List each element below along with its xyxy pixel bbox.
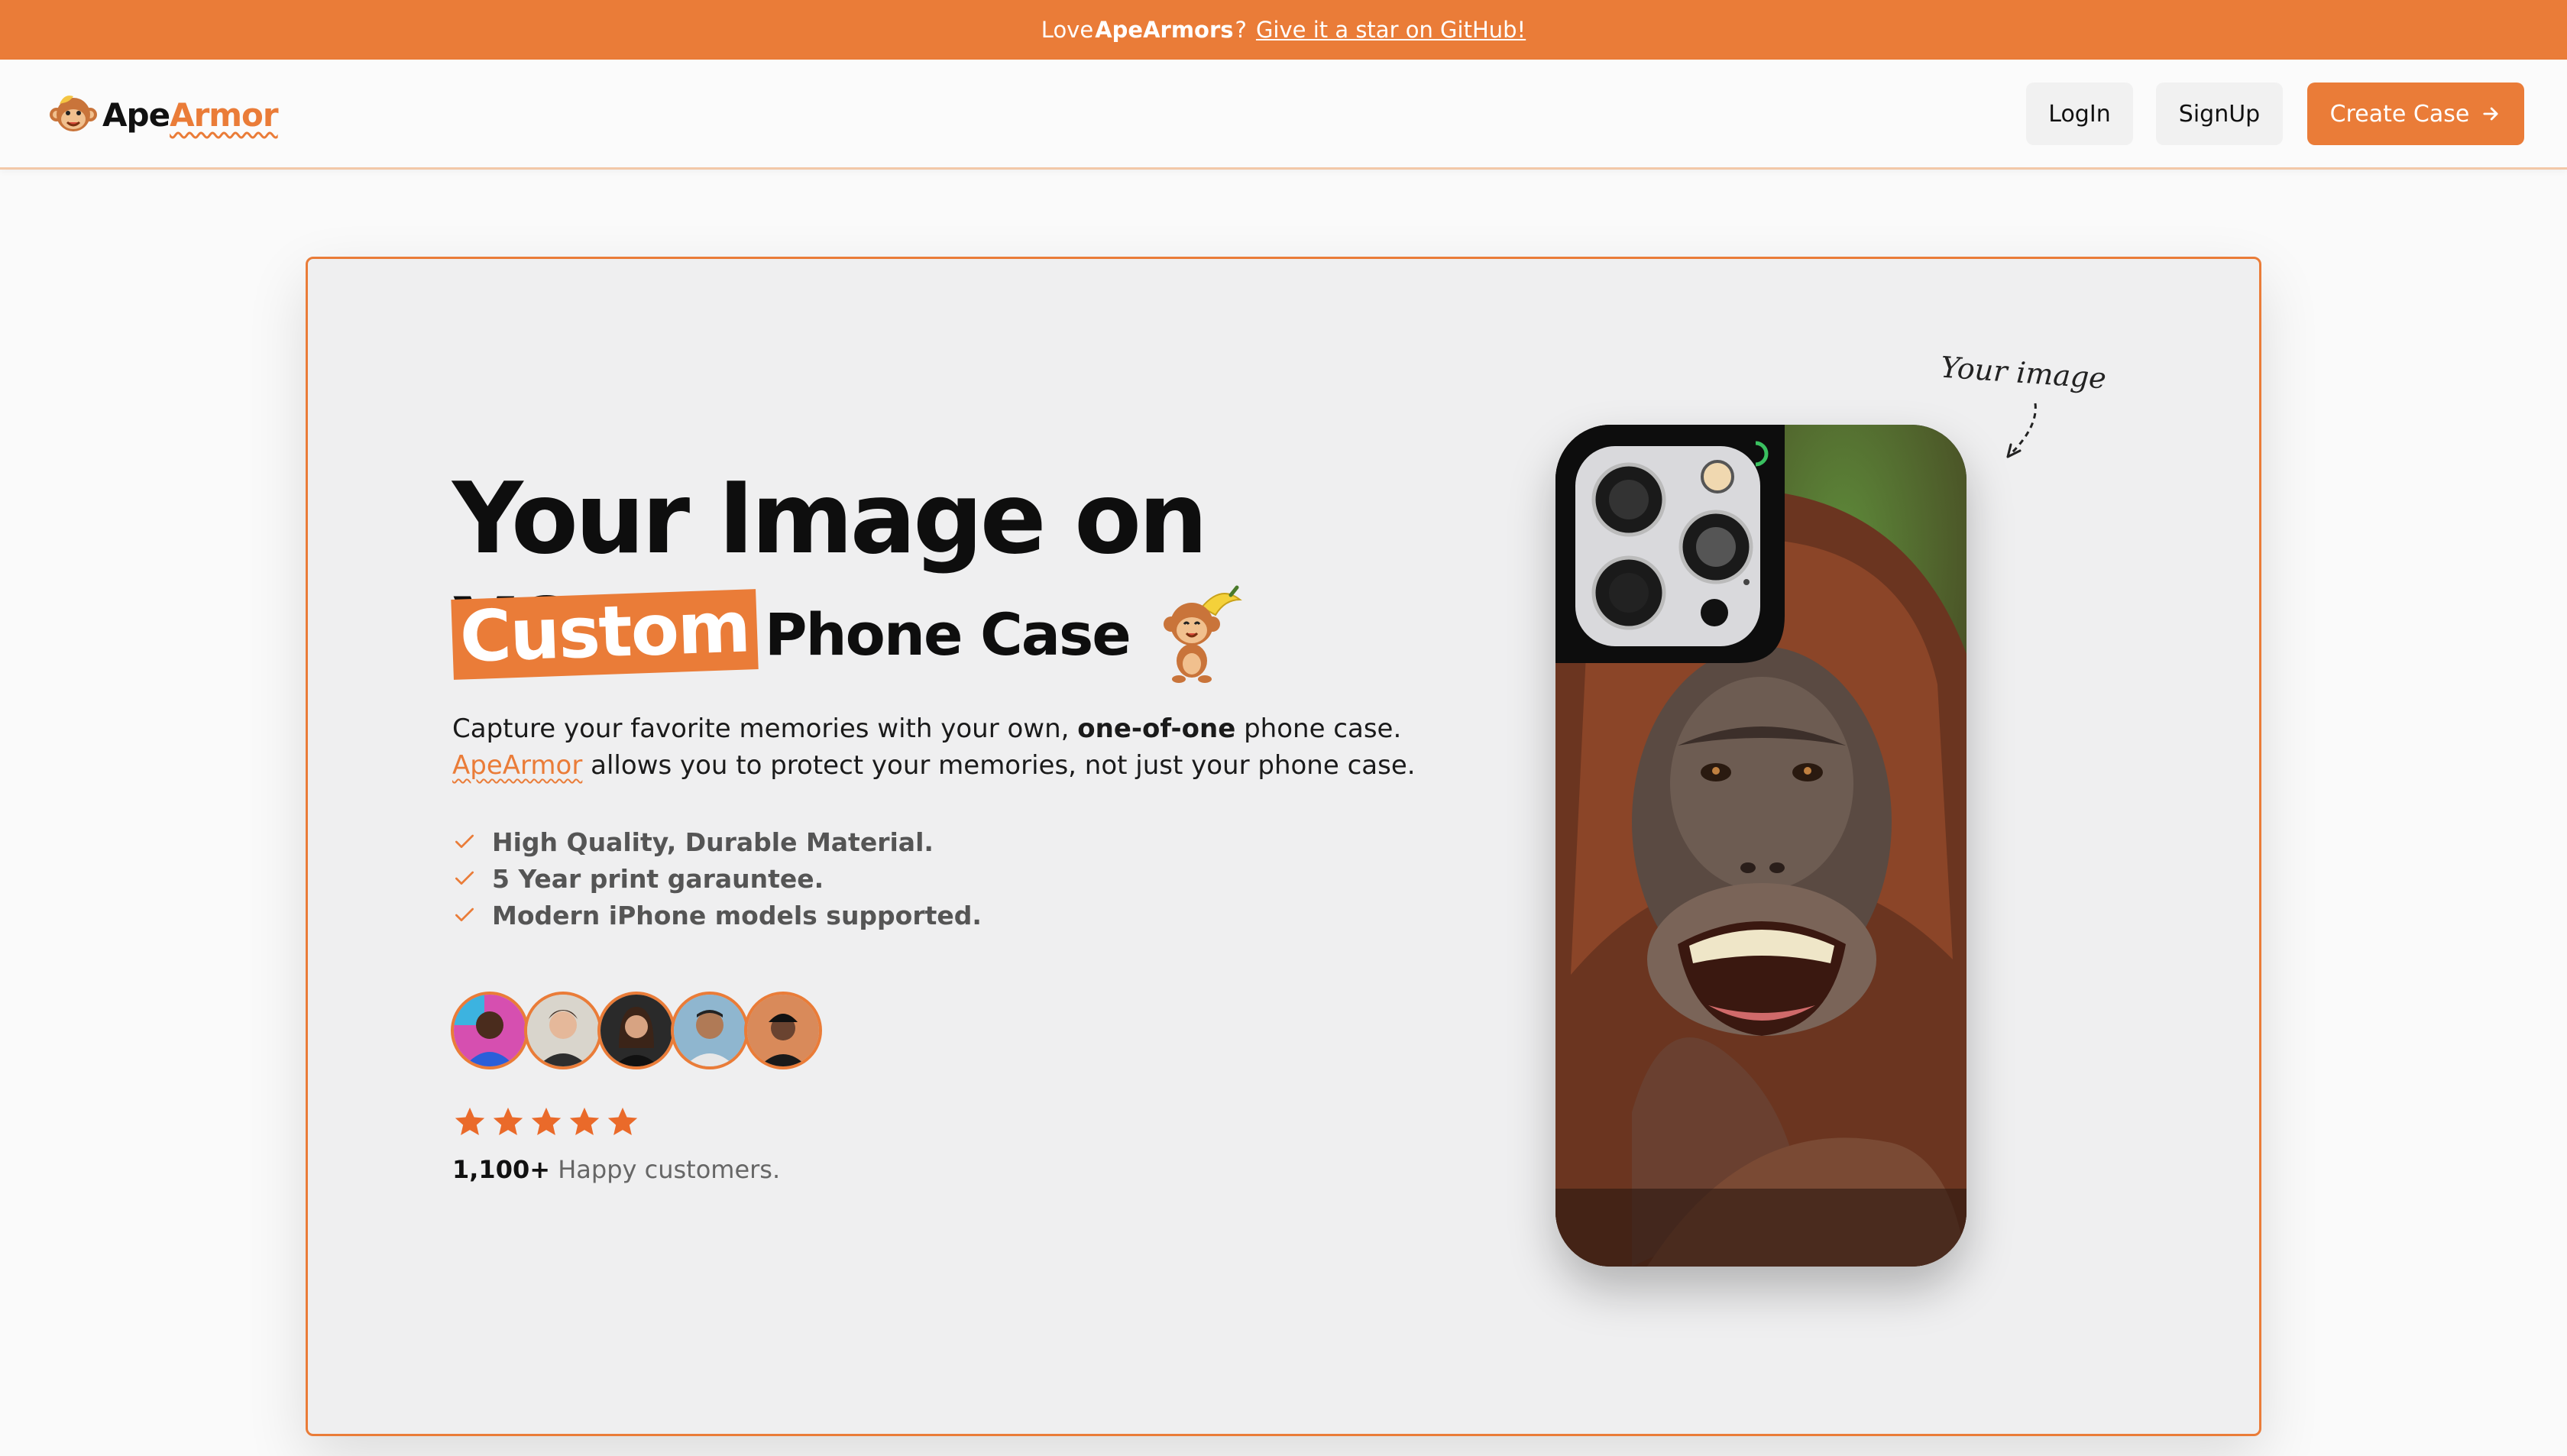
avatar xyxy=(744,992,822,1069)
camera-module xyxy=(1555,425,1785,663)
feature-item: High Quality, Durable Material. xyxy=(452,823,982,860)
custom-highlight: Custom xyxy=(451,586,759,680)
feature-text: High Quality, Durable Material. xyxy=(492,827,934,857)
star-icon xyxy=(607,1107,638,1136)
feature-item: Modern iPhone models supported. xyxy=(452,897,982,933)
logo-text-ape: Ape xyxy=(102,95,170,134)
feature-text: Modern iPhone models supported. xyxy=(492,900,982,930)
github-star-link[interactable]: Give it a star on GitHub! xyxy=(1256,17,1526,43)
logo-text-armor: Armor xyxy=(170,95,279,134)
customers-count: 1,100+ xyxy=(452,1155,551,1184)
announcement-prefix: Love xyxy=(1041,17,1094,43)
feature-text: 5 Year print garauntee. xyxy=(492,863,824,894)
star-icon xyxy=(569,1107,600,1136)
create-case-label: Create Case xyxy=(2329,100,2470,128)
login-button[interactable]: LogIn xyxy=(2026,83,2133,145)
announcement-bar: Love ApeArmors ? Give it a star on GitHu… xyxy=(0,0,2567,60)
phone-case-text: Phone Case xyxy=(764,600,1131,668)
avatar xyxy=(671,992,749,1069)
create-case-button[interactable]: Create Case xyxy=(2307,83,2524,145)
star-icon xyxy=(531,1107,562,1136)
desc-bold: one-of-one xyxy=(1077,713,1236,744)
feature-list: High Quality, Durable Material. 5 Year p… xyxy=(452,823,982,933)
avatar xyxy=(524,992,602,1069)
customer-avatars xyxy=(451,992,822,1071)
desc-brand: ApeArmor xyxy=(452,750,583,781)
logo[interactable]: ApeArmor xyxy=(49,90,279,139)
announcement-brand: ApeArmors xyxy=(1095,17,1234,43)
signup-button[interactable]: SignUp xyxy=(2156,83,2283,145)
login-button-label: LogIn xyxy=(2048,100,2111,128)
check-icon xyxy=(455,871,474,885)
avatar xyxy=(597,992,675,1069)
desc-part-1: Capture your favorite memories with your… xyxy=(452,713,1078,744)
navbar: ApeArmor LogIn SignUp Create Case xyxy=(0,60,2567,170)
arrow-right-icon xyxy=(2483,107,2498,121)
hero-headline-line2: Custom Phone Case xyxy=(451,585,1248,683)
rating-stars xyxy=(452,1105,643,1140)
curved-arrow-icon xyxy=(2006,403,2037,458)
desc-part-2: phone case. xyxy=(1235,713,1402,744)
hero-description: Capture your favorite memories with your… xyxy=(452,710,1476,784)
announcement-suffix: ? xyxy=(1235,17,1247,43)
monkey-logo-icon xyxy=(50,95,97,131)
happy-customers: 1,100+ Happy customers. xyxy=(452,1155,780,1184)
star-icon xyxy=(493,1107,523,1136)
star-icon xyxy=(455,1107,485,1136)
customers-label: Happy customers. xyxy=(550,1155,781,1184)
feature-item: 5 Year print garauntee. xyxy=(452,860,982,897)
check-icon xyxy=(455,908,474,921)
signup-button-label: SignUp xyxy=(2178,100,2261,128)
phone-case-preview xyxy=(1555,425,1967,1267)
monkey-banana-mascot xyxy=(1163,585,1242,683)
desc-part-3: allows you to protect your memories, not… xyxy=(582,750,1416,781)
avatar xyxy=(451,992,529,1069)
check-icon xyxy=(455,834,474,848)
